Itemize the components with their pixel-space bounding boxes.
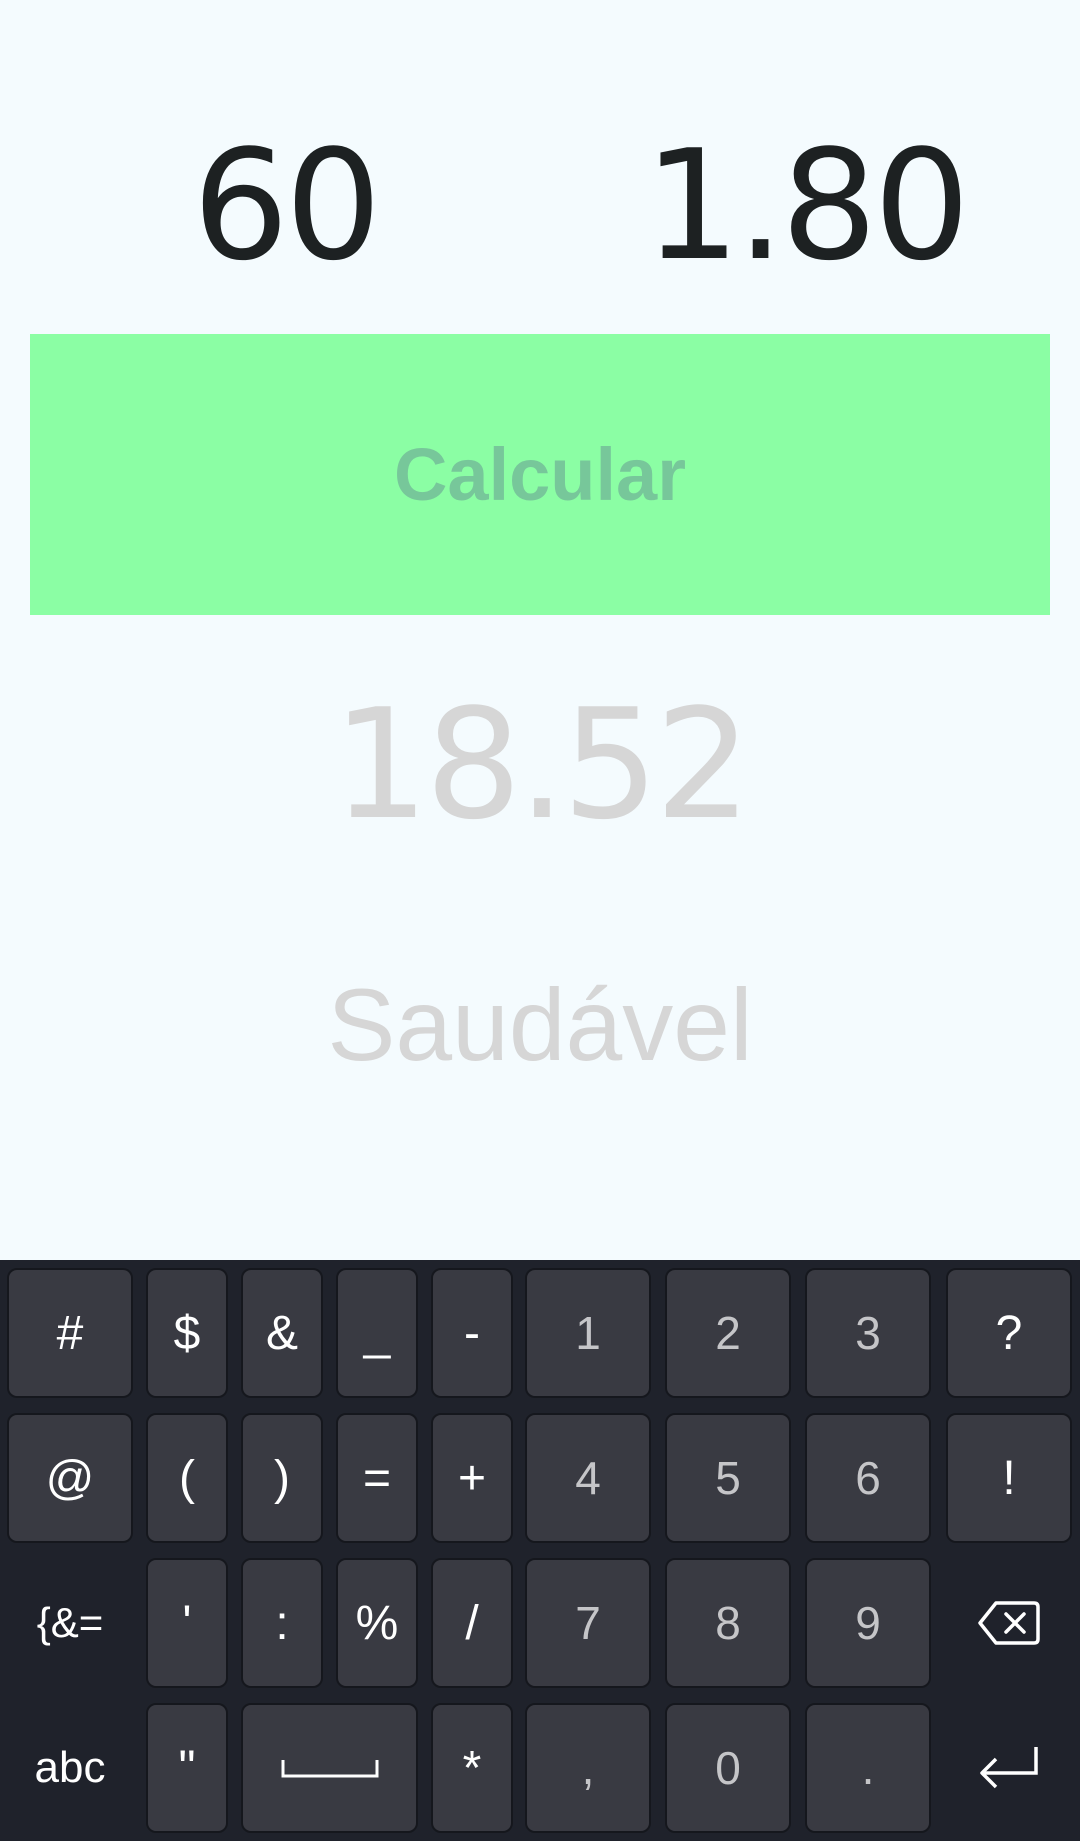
key-3[interactable]: 3	[805, 1268, 931, 1398]
key-1[interactable]: 1	[525, 1268, 651, 1398]
key-percent[interactable]: %	[336, 1558, 418, 1688]
bmi-result-label: Saudável	[327, 968, 753, 1082]
key-dollar[interactable]: $	[146, 1268, 228, 1398]
space-key[interactable]	[241, 1703, 418, 1833]
backspace-key[interactable]	[946, 1558, 1072, 1688]
key-period[interactable]: .	[805, 1703, 931, 1833]
key-hyphen[interactable]: -	[431, 1268, 513, 1398]
key-comma[interactable]: ,	[525, 1703, 651, 1833]
key-underscore[interactable]: _	[336, 1268, 418, 1398]
weight-input[interactable]	[180, 130, 390, 280]
key-paren-close[interactable]: )	[241, 1413, 323, 1543]
key-4[interactable]: 4	[525, 1413, 651, 1543]
key-ampersand[interactable]: &	[241, 1268, 323, 1398]
calculate-button[interactable]: Calcular	[30, 334, 1050, 615]
key-quote[interactable]: "	[146, 1703, 228, 1833]
height-input[interactable]	[640, 130, 970, 280]
bmi-result-value: 18.52	[332, 676, 751, 853]
key-question[interactable]: ?	[946, 1268, 1072, 1398]
key-0[interactable]: 0	[665, 1703, 791, 1833]
enter-icon	[980, 1747, 1038, 1789]
key-5[interactable]: 5	[665, 1413, 791, 1543]
key-7[interactable]: 7	[525, 1558, 651, 1688]
key-plus[interactable]: +	[431, 1413, 513, 1543]
key-9[interactable]: 9	[805, 1558, 931, 1688]
key-asterisk[interactable]: *	[431, 1703, 513, 1833]
enter-key[interactable]	[946, 1703, 1072, 1833]
key-abc[interactable]: abc	[7, 1703, 133, 1833]
space-icon	[281, 1760, 378, 1778]
key-6[interactable]: 6	[805, 1413, 931, 1543]
key-exclamation[interactable]: !	[946, 1413, 1072, 1543]
key-colon[interactable]: :	[241, 1558, 323, 1688]
key-8[interactable]: 8	[665, 1558, 791, 1688]
key-hash[interactable]: #	[7, 1268, 133, 1398]
key-more-symbols[interactable]: {&=	[7, 1558, 133, 1688]
key-paren-open[interactable]: (	[146, 1413, 228, 1543]
key-equals[interactable]: =	[336, 1413, 418, 1543]
key-apostrophe[interactable]: '	[146, 1558, 228, 1688]
key-at[interactable]: @	[7, 1413, 133, 1543]
symbols-keyboard: # $ & _ - 1 2 3 ? @ ( ) = + 4 5 6 ! {&= …	[0, 1260, 1080, 1841]
key-slash[interactable]: /	[431, 1558, 513, 1688]
backspace-icon	[978, 1601, 1040, 1645]
key-2[interactable]: 2	[665, 1268, 791, 1398]
